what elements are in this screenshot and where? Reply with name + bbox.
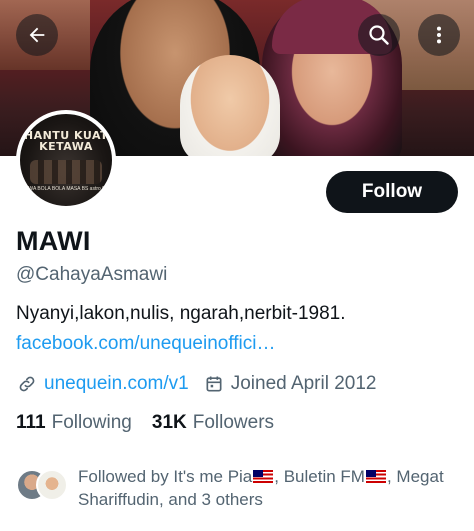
followed-by-text: Followed by It's me Pia, Buletin FM, Meg… xyxy=(78,465,458,511)
user-handle: @CahayaAsmawi xyxy=(16,264,168,285)
avatar xyxy=(36,469,68,501)
malaysia-flag-icon xyxy=(365,470,386,483)
follow-stats: 111 Following 31K Followers xyxy=(16,412,294,434)
more-vertical-icon xyxy=(436,26,442,44)
calendar-icon xyxy=(203,373,225,395)
avatar-poster-figures xyxy=(30,160,102,184)
banner-person-baby xyxy=(180,55,280,156)
avatar-poster-subtitle: SEWA BOLA BOLA MASA BS astro first xyxy=(21,186,111,192)
website-link[interactable]: unequein.com/v1 xyxy=(44,373,189,395)
display-name: MAWI xyxy=(16,226,91,256)
more-button[interactable] xyxy=(418,14,460,56)
follow-button[interactable]: Follow xyxy=(326,171,458,213)
profile-avatar[interactable]: HANTU KUAT KETAWA SEWA BOLA BOLA MASA BS… xyxy=(16,110,116,210)
search-button[interactable] xyxy=(358,14,400,56)
link-icon xyxy=(16,373,38,395)
avatar-poster-title: HANTU KUAT KETAWA xyxy=(23,129,109,153)
following-count[interactable]: 111 xyxy=(16,412,46,434)
arrow-left-icon xyxy=(29,27,45,43)
followed-by-prefix: Followed by It's me Pia xyxy=(78,467,253,486)
followed-by[interactable]: Followed by It's me Pia, Buletin FM, Meg… xyxy=(16,465,466,511)
followed-by-avatars xyxy=(16,465,78,505)
followed-by-mid: , Buletin FM xyxy=(274,467,365,486)
joined-date: Joined April 2012 xyxy=(230,373,377,394)
malaysia-flag-icon xyxy=(253,470,274,483)
profile-bio: Nyanyi,lakon,nulis, ngarah,nerbit-1981. xyxy=(16,303,346,324)
bio-link[interactable]: facebook.com/unequeinoffici… xyxy=(16,333,275,355)
following-label[interactable]: Following xyxy=(52,412,132,434)
followers-count[interactable]: 31K xyxy=(152,412,187,434)
search-icon xyxy=(369,25,389,45)
followers-label[interactable]: Followers xyxy=(193,412,274,434)
profile-meta-row: unequein.com/v1 Joined April 2012 xyxy=(16,371,377,397)
back-button[interactable] xyxy=(16,14,58,56)
